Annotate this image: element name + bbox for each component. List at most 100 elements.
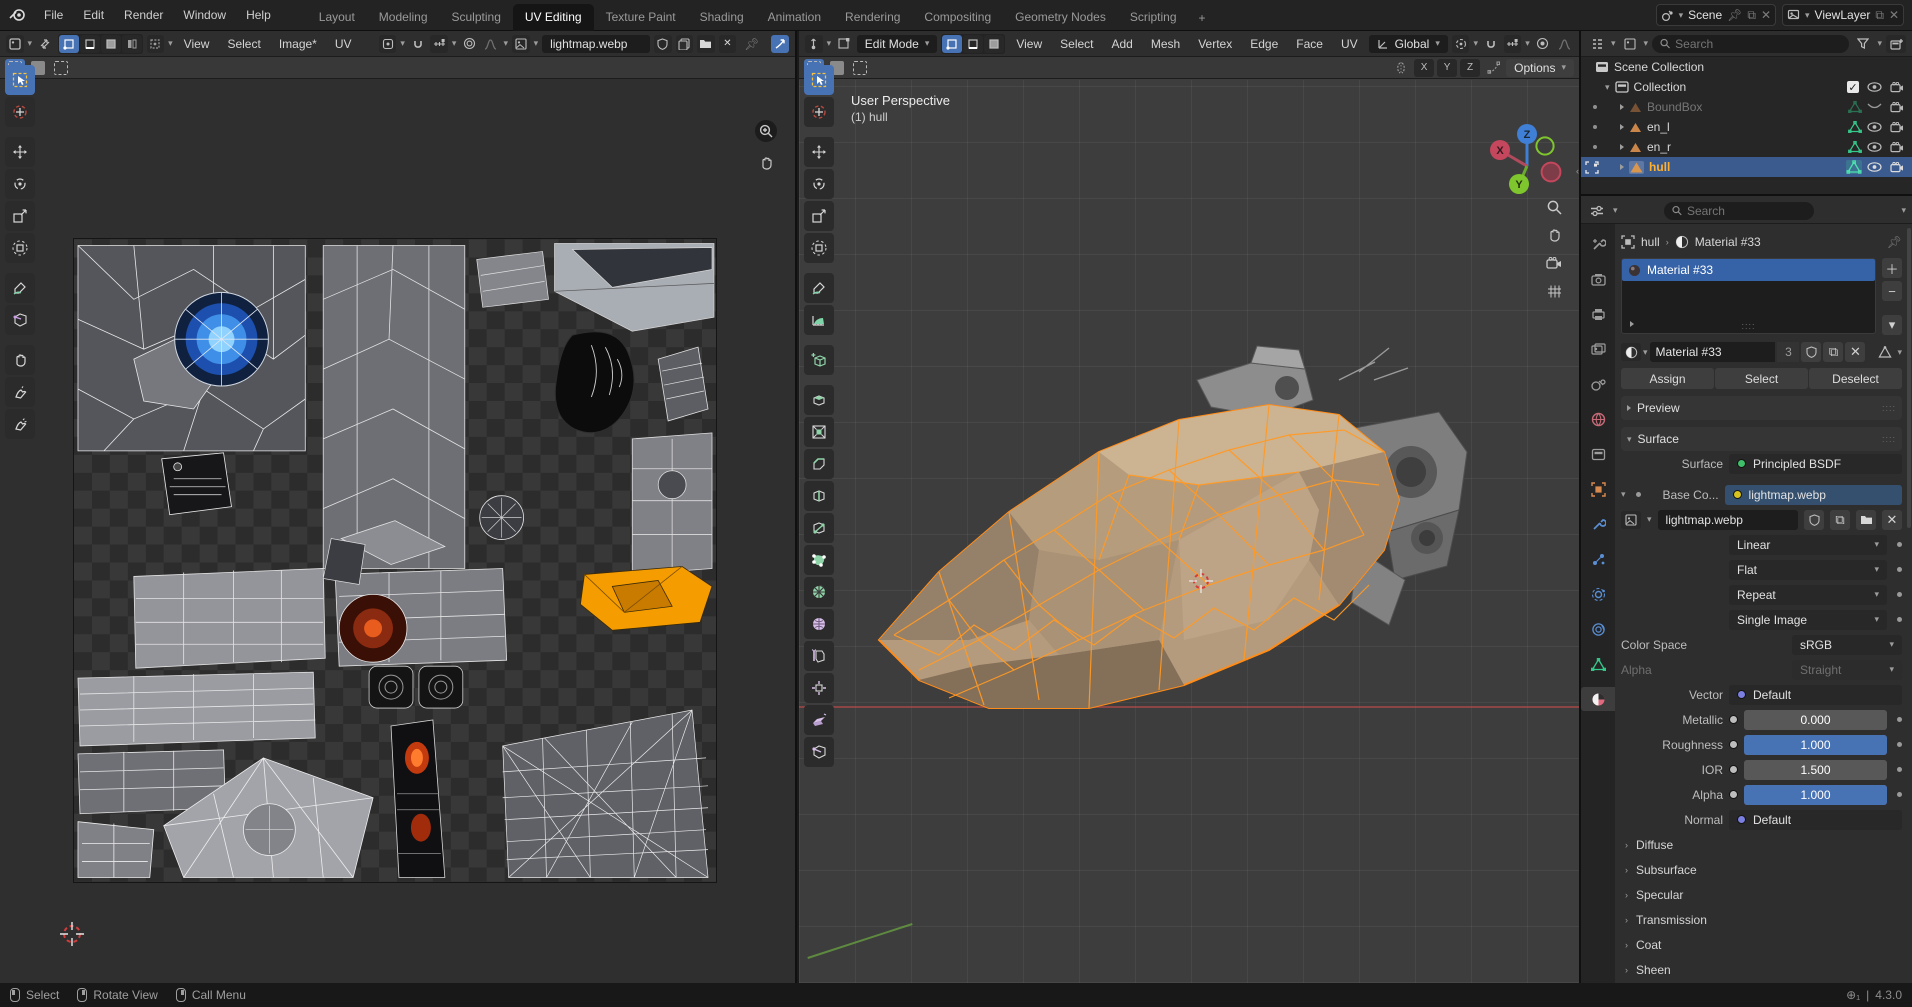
- outliner-search[interactable]: [1652, 35, 1849, 53]
- new-viewlayer-icon[interactable]: ⧉: [1875, 8, 1884, 23]
- disable-render-camera-icon[interactable]: [1890, 82, 1904, 93]
- editor-type-3d-icon[interactable]: [805, 35, 823, 53]
- material-users-count[interactable]: 3: [1777, 342, 1799, 362]
- fake-user-shield-icon[interactable]: [654, 35, 672, 53]
- navigation-gizmo[interactable]: Z X Y: [1487, 122, 1567, 202]
- workspace-tab-sculpting[interactable]: Sculpting: [440, 4, 513, 31]
- image-browse-icon[interactable]: [512, 35, 530, 53]
- workspace-tab-rendering[interactable]: Rendering: [833, 4, 912, 31]
- expand-arrow-icon[interactable]: [1620, 124, 1624, 130]
- panel-surface[interactable]: ▾ Surface ::::: [1621, 427, 1902, 451]
- disable-render-camera-icon[interactable]: [1890, 102, 1904, 113]
- copy-material-icon[interactable]: ⧉: [1823, 342, 1843, 362]
- vp-menu-add[interactable]: Add: [1105, 37, 1140, 51]
- base-color-field[interactable]: lightmap.webp: [1725, 485, 1902, 505]
- menu-render[interactable]: Render: [114, 0, 173, 31]
- viewport-camera-view-icon[interactable]: [1543, 252, 1565, 274]
- uv-menu-image[interactable]: Image*: [272, 37, 324, 51]
- tool-tweak-select[interactable]: [804, 65, 834, 95]
- scene-selector[interactable]: ▾ Scene 📌︎ ⧉ ✕: [1656, 4, 1776, 26]
- uv-tool-cursor[interactable]: [5, 97, 35, 127]
- outliner-search-input[interactable]: [1675, 37, 1841, 51]
- link-mode-mesh-icon[interactable]: [1875, 343, 1895, 361]
- update-automatically-toggle[interactable]: [771, 35, 789, 53]
- transform-orientation-dropdown[interactable]: Global▾: [1369, 35, 1448, 53]
- collection-checkbox[interactable]: ✓: [1847, 81, 1859, 93]
- tab-object[interactable]: [1581, 477, 1615, 501]
- vp-menu-face[interactable]: Face: [1289, 37, 1330, 51]
- uv-menu-uv[interactable]: UV: [328, 37, 359, 51]
- material-name-field[interactable]: Material #33: [1650, 342, 1776, 362]
- extension-select[interactable]: Repeat▾: [1729, 585, 1887, 605]
- uv-tool-scale[interactable]: [5, 201, 35, 231]
- tab-collection-props[interactable]: [1581, 442, 1615, 466]
- tool-cursor[interactable]: [804, 97, 834, 127]
- outliner-row-hull[interactable]: hull: [1581, 157, 1912, 177]
- proportional-falloff-dropdown[interactable]: [1555, 35, 1573, 53]
- remove-material-slot-button[interactable]: −: [1882, 281, 1902, 301]
- viewport-toggle-perspective-icon[interactable]: [1543, 280, 1565, 302]
- tool-rip-region[interactable]: [804, 737, 834, 767]
- uv-zoom-icon[interactable]: [755, 120, 777, 142]
- sidebar-collapse-arrow[interactable]: ‹: [1576, 166, 1579, 176]
- edge-select-button[interactable]: [963, 35, 983, 53]
- properties-editor-type-icon[interactable]: [1587, 202, 1607, 220]
- breadcrumb-object[interactable]: hull: [1641, 235, 1660, 249]
- uv-tool-annotate[interactable]: [5, 273, 35, 303]
- mirror-z-button[interactable]: Z: [1460, 59, 1480, 77]
- panel-transmission[interactable]: ›Transmission: [1621, 907, 1902, 932]
- outliner-row-en-r[interactable]: en_r: [1581, 137, 1912, 157]
- tab-modifiers[interactable]: [1581, 512, 1615, 536]
- tool-bevel[interactable]: [804, 449, 834, 479]
- outliner-display-mode-dropdown[interactable]: [1587, 35, 1607, 53]
- workspace-tab-layout[interactable]: Layout: [307, 4, 367, 31]
- uv-tool-transform[interactable]: [5, 233, 35, 263]
- uv-pan-hand-icon[interactable]: [755, 152, 777, 174]
- new-scene-icon[interactable]: ⧉: [1747, 8, 1756, 23]
- tool-rotate[interactable]: [804, 169, 834, 199]
- panel-sheen[interactable]: ›Sheen: [1621, 957, 1902, 982]
- uv-tool-grab-hand[interactable]: [5, 345, 35, 375]
- hide-eye-icon[interactable]: [1867, 142, 1882, 152]
- face-select-button[interactable]: [984, 35, 1004, 53]
- outliner-row-collection[interactable]: ▾ Collection ✓: [1581, 77, 1912, 97]
- image-browse-icon[interactable]: [1621, 511, 1641, 529]
- panel-diffuse[interactable]: ›Diffuse: [1621, 832, 1902, 857]
- add-material-slot-button[interactable]: ＋: [1882, 258, 1902, 278]
- snap-magnet-icon[interactable]: [409, 35, 427, 53]
- tab-particles[interactable]: [1581, 547, 1615, 571]
- vector-field[interactable]: Default: [1729, 685, 1902, 705]
- vp-menu-view[interactable]: View: [1009, 37, 1049, 51]
- keyframe-dot[interactable]: [1897, 542, 1902, 547]
- snap-target-dropdown[interactable]: [1504, 35, 1522, 53]
- material-specials-dropdown[interactable]: ▾: [1882, 315, 1902, 335]
- tool-add-primitive[interactable]: [804, 345, 834, 375]
- ior-slider[interactable]: 1.500: [1744, 760, 1887, 780]
- fake-user-shield-icon[interactable]: [1801, 342, 1821, 362]
- snap-magnet-icon[interactable]: [1482, 35, 1500, 53]
- outliner-filter-image-dropdown[interactable]: [1620, 35, 1640, 53]
- panel-coat[interactable]: ›Coat: [1621, 932, 1902, 957]
- pivot-point-dropdown[interactable]: [379, 35, 397, 53]
- source-select[interactable]: Single Image▾: [1729, 610, 1887, 630]
- hide-eye-icon[interactable]: [1867, 82, 1882, 92]
- blender-logo-icon[interactable]: [0, 8, 34, 22]
- tool-annotate[interactable]: [804, 273, 834, 303]
- disable-render-camera-icon[interactable]: [1890, 142, 1904, 153]
- keyframe-dot[interactable]: [1897, 742, 1902, 747]
- viewport-pan-hand-icon[interactable]: [1543, 224, 1565, 246]
- expand-arrow-icon[interactable]: ▾: [1621, 489, 1626, 500]
- tab-render[interactable]: [1581, 267, 1615, 291]
- tool-inset-faces[interactable]: [804, 417, 834, 447]
- uv-tool-relax[interactable]: [5, 377, 35, 407]
- tab-constraints[interactable]: [1581, 617, 1615, 641]
- workspace-tab-animation[interactable]: Animation: [756, 4, 833, 31]
- tab-physics[interactable]: [1581, 582, 1615, 606]
- uv-select-vertex-button[interactable]: [59, 35, 79, 53]
- properties-search-input[interactable]: [1687, 204, 1806, 218]
- deselect-button[interactable]: Deselect: [1809, 368, 1902, 389]
- keyframe-dot[interactable]: [1897, 567, 1902, 572]
- select-mode-subtract-button[interactable]: [51, 59, 71, 77]
- keyframe-dot[interactable]: [1897, 717, 1902, 722]
- proportional-editing-icon[interactable]: [460, 35, 478, 53]
